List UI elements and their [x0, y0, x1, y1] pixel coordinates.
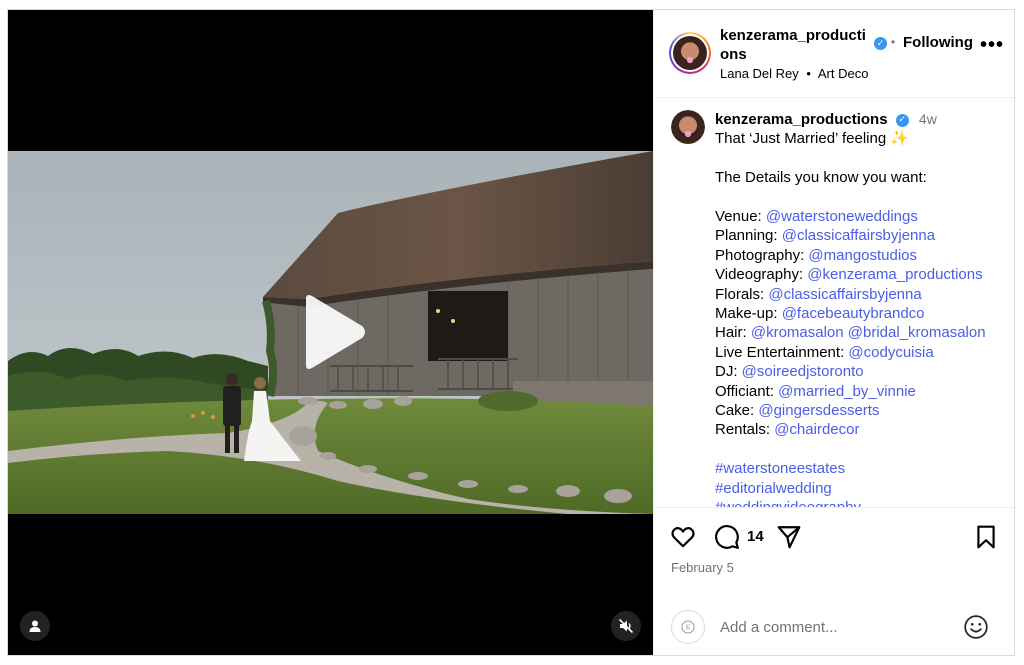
credit-line: DJ: @soireedjstoronto: [715, 362, 1010, 381]
hashtag-link[interactable]: #weddingvideography: [715, 498, 1010, 507]
post-header: kenzerama_productions ✓ • Following ••• …: [654, 10, 1016, 98]
credit-label: Rentals:: [715, 421, 775, 439]
avatar: [673, 36, 707, 70]
credit-line: Planning: @classicaffairsbyjenna: [715, 226, 1010, 245]
user-tag-icon[interactable]: [20, 611, 50, 641]
credit-label: Officiant:: [715, 382, 779, 400]
bookmark-icon[interactable]: [973, 524, 999, 550]
credit-label: Venue:: [715, 208, 766, 225]
mention-link[interactable]: @classicaffairsbyjenna: [782, 227, 935, 244]
credit-line: Hair: @kromasalon @bridal_kromasalon: [715, 323, 1010, 342]
credit-line: Venue: @waterstoneweddings: [715, 207, 1010, 226]
emoji-icon[interactable]: [963, 614, 989, 640]
post-modal: kenzerama_productions ✓ • Following ••• …: [7, 9, 1016, 656]
post-age[interactable]: 4w: [919, 111, 937, 127]
credit-label: Hair:: [715, 324, 751, 342]
credits-list: Venue: @waterstoneweddings Planning: @cla…: [715, 207, 1010, 440]
credit-label: Make-up:: [715, 305, 782, 323]
credit-line: Live Entertainment: @codycuisia: [715, 343, 1010, 362]
mention-link[interactable]: @facebeautybrandco: [782, 305, 925, 322]
header-separator: •: [891, 35, 896, 49]
comment-composer: K: [654, 601, 1016, 656]
mention-link[interactable]: @kenzerama_productions: [807, 266, 982, 283]
credit-label: Live Entertainment:: [715, 343, 849, 361]
share-icon[interactable]: [776, 524, 802, 550]
credit-label: Photography:: [715, 246, 809, 264]
action-bar: 14 February 5 K: [654, 507, 1016, 655]
following-button[interactable]: Following: [903, 34, 973, 51]
credit-line: Cake: @gingersdesserts: [715, 401, 1010, 420]
hashtag-link[interactable]: #editorialwedding: [715, 479, 1010, 498]
credit-line: Officiant: @married_by_vinnie: [715, 382, 1010, 401]
mention-link[interactable]: @kromasalon: [751, 324, 844, 341]
story-ring-avatar[interactable]: [669, 32, 711, 74]
credit-line: Florals: @classicaffairsbyjenna: [715, 285, 1010, 304]
credit-label: Planning:: [715, 227, 782, 245]
more-options-icon[interactable]: •••: [980, 35, 1004, 55]
audio-separator: •: [806, 66, 811, 81]
avatar: [671, 110, 705, 144]
video-player[interactable]: [8, 10, 653, 655]
mention-link[interactable]: @soireedjstoronto: [742, 363, 864, 380]
comment-count[interactable]: 14: [747, 528, 764, 545]
mention-link[interactable]: @gingersdesserts: [758, 402, 879, 419]
verified-badge-icon: ✓: [895, 113, 909, 127]
post-sidebar: kenzerama_productions ✓ • Following ••• …: [653, 10, 1016, 655]
caption-username[interactable]: kenzerama_productions: [715, 111, 888, 128]
verified-badge-icon: ✓: [874, 37, 887, 50]
credit-line: Videography: @kenzerama_productions: [715, 265, 1010, 284]
credit-line: Photography: @mangostudios: [715, 246, 1010, 265]
current-user-avatar: K: [671, 610, 705, 644]
credit-label: Videography:: [715, 266, 808, 284]
mention-link[interactable]: @bridal_kromasalon: [848, 324, 986, 341]
play-icon[interactable]: [298, 293, 368, 371]
hashtag-link[interactable]: #waterstoneestates: [715, 459, 1010, 478]
mention-link[interactable]: @classicaffairsbyjenna: [768, 286, 921, 303]
header-subline: Lana Del Rey • Art Deco: [720, 66, 868, 81]
caption-body: kenzerama_productions ✓ 4w That ‘Just Ma…: [715, 110, 1010, 507]
mention-link[interactable]: @waterstoneweddings: [766, 208, 918, 225]
heart-icon[interactable]: [670, 524, 696, 550]
svg-text:K: K: [686, 625, 691, 632]
post-date[interactable]: February 5: [671, 560, 734, 575]
mention-link[interactable]: @mangostudios: [808, 247, 917, 264]
credit-line: Rentals: @chairdecor: [715, 420, 1010, 439]
credit-label: Florals:: [715, 285, 769, 303]
mention-link[interactable]: @chairdecor: [774, 421, 859, 438]
caption-intro: The Details you know you want:: [715, 169, 927, 187]
comment-input[interactable]: [720, 615, 950, 639]
mention-link[interactable]: @married_by_vinnie: [778, 383, 916, 400]
muted-speaker-icon[interactable]: [611, 611, 641, 641]
header-username[interactable]: kenzerama_productions: [720, 26, 870, 64]
hashtag-list: #waterstoneestates#editorialwedding#wedd…: [715, 459, 1010, 507]
mention-link[interactable]: @codycuisia: [848, 344, 933, 361]
location-link[interactable]: Art Deco: [818, 66, 869, 81]
comment-icon[interactable]: [714, 524, 740, 550]
credit-label: Cake:: [715, 402, 759, 420]
caption-avatar[interactable]: [671, 110, 705, 144]
audio-link[interactable]: Lana Del Rey: [720, 66, 799, 81]
caption-section: kenzerama_productions ✓ 4w That ‘Just Ma…: [654, 99, 1016, 507]
credit-line: Make-up: @facebeautybrandco: [715, 304, 1010, 323]
caption-headline: That ‘Just Married’ feeling ✨: [715, 130, 910, 148]
credit-label: DJ:: [715, 363, 742, 381]
